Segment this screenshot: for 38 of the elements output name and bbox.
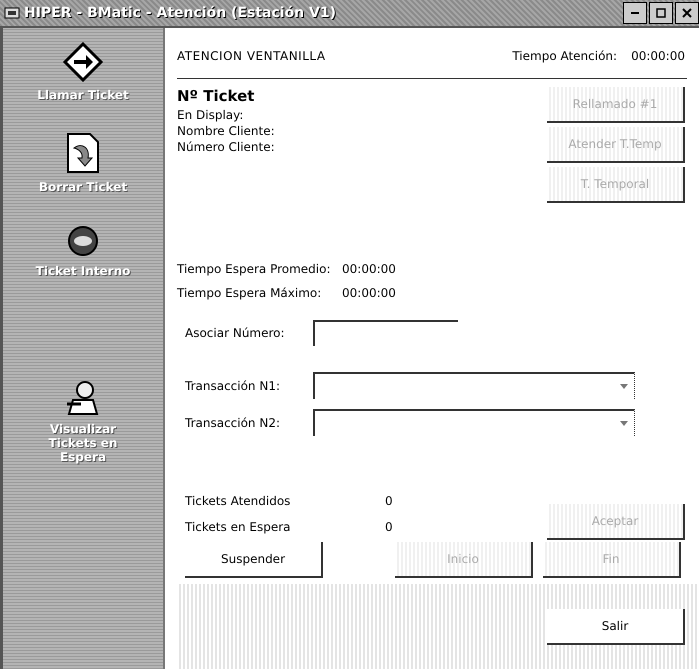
- section-title: ATENCION VENTANILLA: [177, 49, 327, 63]
- sidebar-item[interactable]: Visualizar Tickets en Espera: [28, 374, 138, 468]
- ticket-number-label: Nº Ticket: [177, 87, 256, 105]
- sidebar-item[interactable]: Ticket Interno: [28, 220, 138, 282]
- transaction-dropdown[interactable]: [313, 372, 635, 399]
- attention-time-value: 00:00:00: [631, 49, 685, 63]
- transaction-label: Transacción N2:: [185, 416, 282, 430]
- wait-time-value: 00:00:00: [342, 286, 396, 300]
- close-icon: [682, 8, 692, 18]
- wait-time-label: Tiempo Espera Promedio:: [177, 262, 332, 276]
- diamond-arrow-icon: [63, 42, 103, 82]
- app-icon: [4, 5, 20, 21]
- associate-number-label: Asociar Número:: [185, 326, 286, 340]
- counter-value: 0: [385, 519, 393, 536]
- field-label: Número Cliente:: [177, 139, 275, 155]
- field-label: En Display:: [177, 107, 244, 123]
- minimize-button[interactable]: [623, 2, 647, 24]
- field-label: Nombre Cliente:: [177, 123, 275, 139]
- wait-time-value: 00:00:00: [342, 262, 396, 276]
- window-title: HIPER - BMatic - Atención (Estación V1): [24, 5, 337, 21]
- suspend-button[interactable]: Suspender: [185, 542, 323, 578]
- close-button[interactable]: [675, 2, 699, 24]
- wait-time-label: Tiempo Espera Máximo:: [177, 286, 322, 300]
- counter-label: Tickets en Espera: [185, 519, 292, 536]
- caret-icon: [620, 384, 628, 389]
- transaction-label: Transacción N1:: [185, 378, 282, 392]
- exit-button[interactable]: Salir: [547, 608, 685, 644]
- sidebar-item[interactable]: Borrar Ticket: [28, 128, 138, 198]
- caret-icon: [620, 421, 628, 426]
- counter-value: 0: [385, 493, 393, 510]
- maximize-icon: [656, 8, 666, 18]
- attention-time-label: Tiempo Atención:: [512, 49, 618, 63]
- transaction-dropdown[interactable]: [313, 409, 635, 436]
- minimize-icon: [631, 12, 639, 14]
- globe-icon: [66, 224, 100, 258]
- counter-label: Tickets Atendidos: [185, 493, 292, 510]
- maximize-button[interactable]: [649, 2, 673, 24]
- sidebar-item[interactable]: Llamar Ticket: [28, 38, 138, 106]
